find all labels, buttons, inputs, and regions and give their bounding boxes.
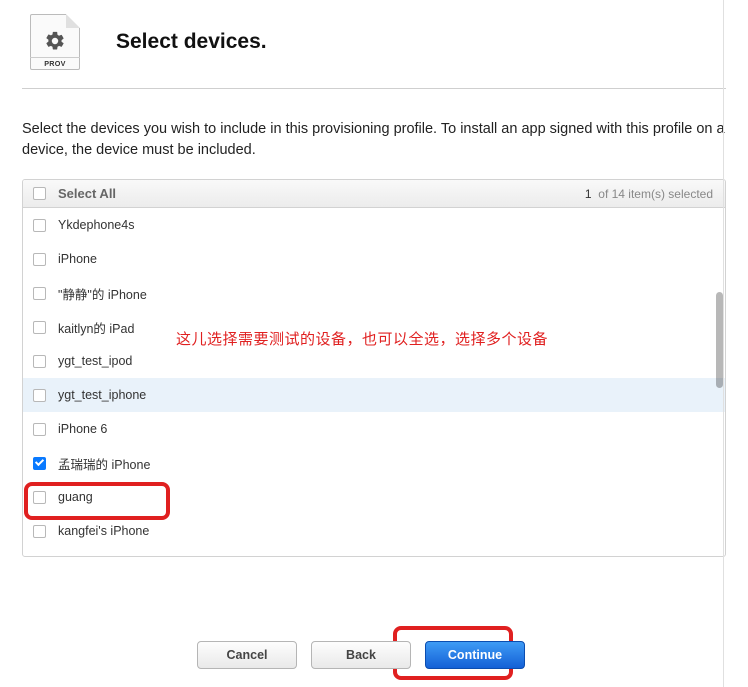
device-checkbox[interactable] <box>33 287 46 300</box>
device-label: kangfei's iPhone <box>58 524 149 538</box>
gear-icon <box>44 30 66 52</box>
page-title: Select devices. <box>116 30 267 54</box>
device-row[interactable]: ygt_test_ipod <box>23 344 725 378</box>
device-row[interactable]: ygt_test_iphone <box>23 378 725 412</box>
scrollbar-track[interactable] <box>716 210 723 554</box>
page-border <box>723 0 724 687</box>
footer-buttons: Cancel Back Continue <box>0 641 722 669</box>
device-label: iPhone 6 <box>58 422 107 436</box>
divider <box>22 88 726 89</box>
device-label: iPhone <box>58 252 97 266</box>
device-row[interactable]: kaitlyn的 iPad <box>23 310 725 344</box>
device-checkbox[interactable] <box>33 219 46 232</box>
device-list-body[interactable]: Ykdephone4s iPhone "静静"的 iPhone kaitlyn的 iP… <box>23 208 725 556</box>
scrollbar-thumb[interactable] <box>716 292 723 388</box>
device-checkbox[interactable] <box>33 423 46 436</box>
select-all-checkbox[interactable] <box>33 187 46 200</box>
continue-button[interactable]: Continue <box>425 641 525 669</box>
device-checkbox[interactable] <box>33 525 46 538</box>
cancel-button[interactable]: Cancel <box>197 641 297 669</box>
selection-count: 1 of 14 item(s) selected <box>585 187 713 201</box>
device-row[interactable]: Ykdephone4s <box>23 208 725 242</box>
prov-icon-label: PROV <box>30 57 80 68</box>
device-row[interactable]: kangfei's iPhone <box>23 514 725 548</box>
device-checkbox[interactable] <box>33 355 46 368</box>
device-row[interactable]: iPhone 6 <box>23 412 725 446</box>
device-row[interactable]: "静静"的 iPhone <box>23 276 725 310</box>
device-checkbox[interactable] <box>33 253 46 266</box>
device-row[interactable]: guang <box>23 480 725 514</box>
header: PROV Select devices. <box>22 10 726 88</box>
instruction-text: Select the devices you wish to include i… <box>22 119 726 161</box>
device-checkbox[interactable] <box>33 321 46 334</box>
device-label: kaitlyn的 iPad <box>58 318 134 337</box>
device-list: Select All 1 of 14 item(s) selected Ykde… <box>22 179 726 557</box>
back-button[interactable]: Back <box>311 641 411 669</box>
list-header: Select All 1 of 14 item(s) selected <box>23 180 725 208</box>
device-label: "静静"的 iPhone <box>58 284 147 303</box>
device-label: Ykdephone4s <box>58 218 134 232</box>
provisioning-profile-icon: PROV <box>30 14 80 70</box>
selected-count-number: 1 <box>585 187 592 201</box>
total-count-label: of 14 item(s) selected <box>598 187 713 201</box>
device-checkbox[interactable] <box>33 457 46 470</box>
device-row[interactable]: iPhone <box>23 242 725 276</box>
device-checkbox[interactable] <box>33 389 46 402</box>
device-label: ygt_test_ipod <box>58 354 132 368</box>
device-label: guang <box>58 490 93 504</box>
device-label: ygt_test_iphone <box>58 388 146 402</box>
device-row[interactable]: 孟瑞瑞的 iPhone <box>23 446 725 480</box>
select-all-label[interactable]: Select All <box>58 186 116 201</box>
device-label: 孟瑞瑞的 iPhone <box>58 454 150 473</box>
device-checkbox[interactable] <box>33 491 46 504</box>
